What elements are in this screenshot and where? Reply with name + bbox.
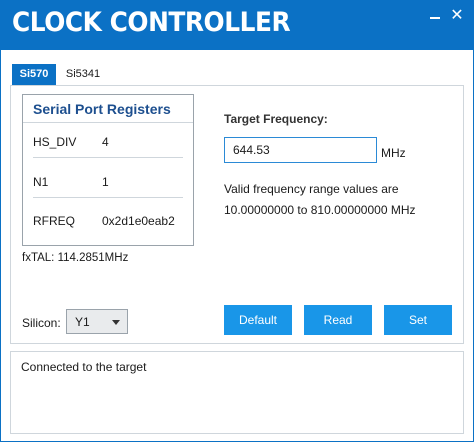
target-frequency-unit: MHz bbox=[381, 146, 406, 160]
frequency-range-text: Valid frequency range values are bbox=[224, 182, 399, 196]
read-button[interactable]: Read bbox=[304, 305, 372, 335]
register-row-hs-div: HS_DIV 4 bbox=[33, 135, 183, 171]
silicon-select[interactable]: Y1 bbox=[66, 309, 128, 334]
register-divider bbox=[33, 197, 183, 198]
register-label: N1 bbox=[33, 175, 49, 189]
register-row-n1: N1 1 bbox=[33, 175, 183, 211]
register-row-rfreq: RFREQ 0x2d1e0eab2 bbox=[33, 214, 183, 250]
minimize-icon[interactable] bbox=[426, 6, 444, 24]
silicon-label: Silicon: bbox=[22, 316, 61, 330]
register-label: RFREQ bbox=[33, 214, 75, 228]
fxtal-readout: fxTAL: 114.2851MHz bbox=[22, 252, 129, 264]
silicon-selected-value: Y1 bbox=[75, 315, 90, 329]
set-button[interactable]: Set bbox=[384, 305, 452, 335]
registers-header: Serial Port Registers bbox=[23, 95, 193, 123]
status-log: Connected to the target bbox=[10, 351, 464, 434]
register-value: 4 bbox=[102, 135, 109, 149]
target-frequency-input[interactable] bbox=[224, 137, 377, 163]
register-value: 1 bbox=[102, 175, 109, 189]
serial-port-registers-panel: Serial Port Registers HS_DIV 4 N1 1 RFRE… bbox=[22, 94, 194, 246]
tab-si570[interactable]: Si570 bbox=[12, 64, 56, 86]
default-button[interactable]: Default bbox=[224, 305, 292, 335]
target-frequency-label: Target Frequency: bbox=[224, 112, 328, 126]
app-title: CLOCK CONTROLLER bbox=[12, 7, 291, 38]
status-text: Connected to the target bbox=[21, 360, 147, 374]
chevron-down-icon bbox=[112, 320, 120, 325]
close-icon[interactable]: ✕ bbox=[448, 6, 466, 24]
tab-si5341[interactable]: Si5341 bbox=[58, 64, 108, 86]
register-value: 0x2d1e0eab2 bbox=[102, 214, 175, 228]
title-bar: CLOCK CONTROLLER ✕ bbox=[0, 0, 474, 50]
registers-title: Serial Port Registers bbox=[33, 101, 171, 117]
register-divider bbox=[33, 157, 183, 158]
frequency-range-values: 10.00000000 to 810.00000000 MHz bbox=[224, 203, 416, 217]
register-label: HS_DIV bbox=[33, 135, 77, 149]
